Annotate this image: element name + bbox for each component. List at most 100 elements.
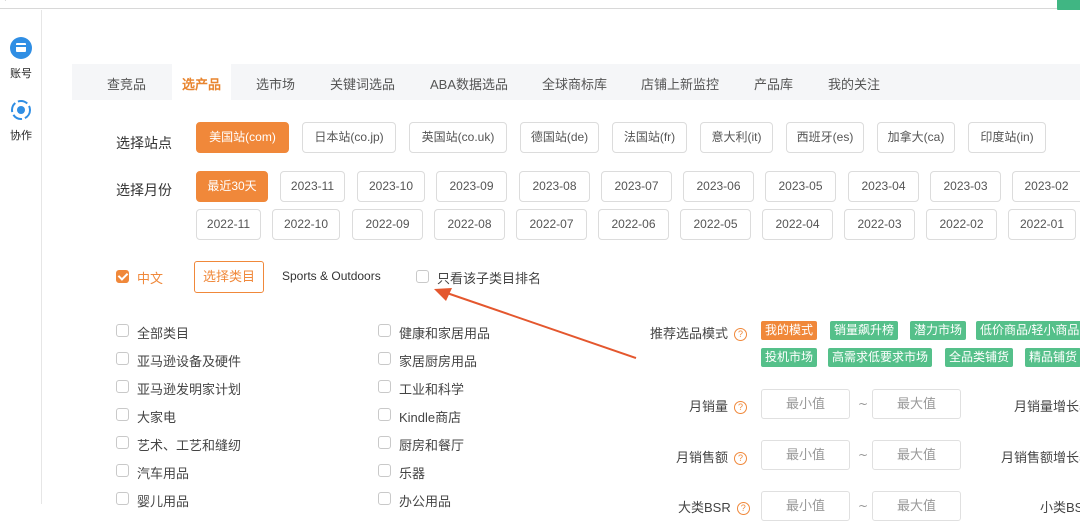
category-checkbox[interactable] (378, 436, 391, 449)
category-checkbox[interactable] (116, 408, 129, 421)
category-checkbox[interactable] (116, 352, 129, 365)
recommend-tag[interactable]: 高需求低要求市场 (828, 348, 933, 367)
category-checkbox[interactable] (116, 380, 129, 393)
min-input[interactable]: 最小值 (761, 440, 850, 470)
month-option[interactable]: 2022-04 (762, 209, 833, 240)
category-label: 大家电 (137, 410, 177, 425)
month-option[interactable]: 2022-09 (352, 209, 423, 240)
month-option[interactable]: 2023-05 (765, 171, 836, 202)
month-option[interactable]: 2022-03 (844, 209, 915, 240)
site-option[interactable]: 加拿大(ca) (877, 122, 955, 153)
recommend-tag[interactable]: 精品铺货 (1025, 348, 1080, 367)
month-option[interactable]: 2022-11 (196, 209, 261, 240)
collaboration-icon (10, 99, 32, 121)
sidebar-item-account[interactable]: 账号 (0, 37, 42, 81)
recommend-tag[interactable]: 投机市场 (761, 348, 818, 367)
month-option[interactable]: 2023-02 (1012, 171, 1080, 202)
min-input[interactable]: 最小值 (761, 389, 850, 419)
top-bar: ← (0, 0, 1080, 14)
tab-trademark[interactable]: 全球商标库 (542, 74, 607, 93)
category-checkbox[interactable] (378, 492, 391, 505)
category-label: 全部类目 (137, 326, 190, 341)
recommend-tag[interactable]: 低价商品/轻小商品 (976, 321, 1080, 340)
category-label: 厨房和餐厅 (399, 438, 465, 453)
month-option[interactable]: 2023-10 (357, 171, 425, 202)
category-checkbox[interactable] (116, 436, 129, 449)
month-option[interactable]: 2023-08 (519, 171, 590, 202)
site-option[interactable]: 意大利(it) (700, 122, 773, 153)
category-label: 工业和科学 (399, 382, 465, 397)
site-option[interactable]: 日本站(co.jp) (302, 122, 396, 153)
month-option[interactable]: 2022-02 (926, 209, 997, 240)
month-option[interactable]: 2022-06 (598, 209, 669, 240)
tab-competitor[interactable]: 查竞品 (107, 74, 146, 93)
month-option[interactable]: 2023-06 (683, 171, 754, 202)
month-option[interactable]: 2023-07 (601, 171, 672, 202)
chinese-checkbox[interactable] (116, 270, 129, 283)
header-strip (72, 10, 1080, 37)
tab-select-product[interactable]: 选产品 (172, 64, 232, 100)
month-option[interactable]: 2023-04 (848, 171, 919, 202)
range-separator: ~ (858, 499, 869, 513)
category-checkbox[interactable] (378, 380, 391, 393)
filter-label: 大类BSR? (678, 497, 750, 516)
filter-right-label: 小类BSR (1040, 500, 1080, 515)
max-input[interactable]: 最大值 (872, 491, 961, 521)
filter-label-text: 月销量 (689, 399, 729, 414)
subcategory-only-checkbox[interactable] (416, 270, 429, 283)
tab-aba[interactable]: ABA数据选品 (430, 74, 508, 93)
month-option[interactable]: 2023-09 (436, 171, 507, 202)
sidebar-item-collaboration[interactable]: 协作 (0, 99, 42, 143)
recommend-label: 推荐选品模式? (650, 323, 748, 342)
max-input[interactable]: 最大值 (872, 440, 961, 470)
category-checkbox[interactable] (116, 492, 129, 505)
filter-right-label: 月销量增长率 (1014, 399, 1080, 414)
site-option[interactable]: 西班牙(es) (786, 122, 864, 153)
help-icon[interactable]: ? (734, 452, 748, 465)
site-option[interactable]: 美国站(com) (196, 122, 289, 153)
category-checkbox[interactable] (378, 464, 391, 477)
tab-my-follow[interactable]: 我的关注 (828, 74, 880, 93)
filter-label: 月销售额? (676, 447, 748, 466)
recommend-label-text: 推荐选品模式 (650, 326, 729, 341)
tab-keyword[interactable]: 关键词选品 (330, 74, 395, 93)
category-checkbox[interactable] (116, 464, 129, 477)
month-option[interactable]: 2022-10 (272, 209, 340, 240)
select-category-button[interactable]: 选择类目 (194, 261, 264, 293)
recommend-tag[interactable]: 销量飙升榜 (830, 321, 899, 340)
site-option[interactable]: 法国站(fr) (612, 122, 687, 153)
back-arrow-icon[interactable]: ← (2, 0, 14, 6)
tab-select-market[interactable]: 选市场 (256, 74, 295, 93)
selected-category: Sports & Outdoors (282, 269, 381, 283)
site-option[interactable]: 印度站(in) (968, 122, 1046, 153)
min-input[interactable]: 最小值 (761, 491, 850, 521)
max-input[interactable]: 最大值 (872, 389, 961, 419)
month-option[interactable]: 2022-05 (680, 209, 751, 240)
category-checkbox[interactable] (116, 324, 129, 337)
month-option[interactable]: 最近30天 (196, 171, 268, 202)
tab-product-library[interactable]: 产品库 (754, 74, 793, 93)
category-checkbox[interactable] (378, 408, 391, 421)
month-option[interactable]: 2022-01 (1008, 209, 1076, 240)
tab-store-monitor[interactable]: 店铺上新监控 (641, 74, 719, 93)
sidebar-item-label: 账号 (10, 68, 32, 80)
recommend-tag[interactable]: 全品类铺货 (945, 348, 1014, 367)
help-icon[interactable]: ? (734, 401, 748, 414)
category-checkbox[interactable] (378, 324, 391, 337)
range-separator: ~ (858, 448, 869, 462)
category-label: 亚马逊设备及硬件 (137, 354, 242, 369)
help-icon[interactable]: ? (734, 328, 748, 341)
filter-label: 月销量? (689, 396, 748, 415)
recommend-tag[interactable]: 潜力市场 (910, 321, 967, 340)
month-option[interactable]: 2022-08 (434, 209, 505, 240)
category-checkbox[interactable] (378, 352, 391, 365)
recommend-tag[interactable]: 我的模式 (761, 321, 818, 340)
month-option[interactable]: 2022-07 (516, 209, 587, 240)
category-label: 家居厨房用品 (399, 354, 478, 369)
site-option[interactable]: 英国站(co.uk) (409, 122, 507, 153)
chinese-label: 中文 (137, 271, 164, 286)
site-option[interactable]: 德国站(de) (520, 122, 599, 153)
month-option[interactable]: 2023-11 (280, 171, 345, 202)
month-option[interactable]: 2023-03 (930, 171, 1001, 202)
category-label: 办公用品 (399, 494, 452, 509)
